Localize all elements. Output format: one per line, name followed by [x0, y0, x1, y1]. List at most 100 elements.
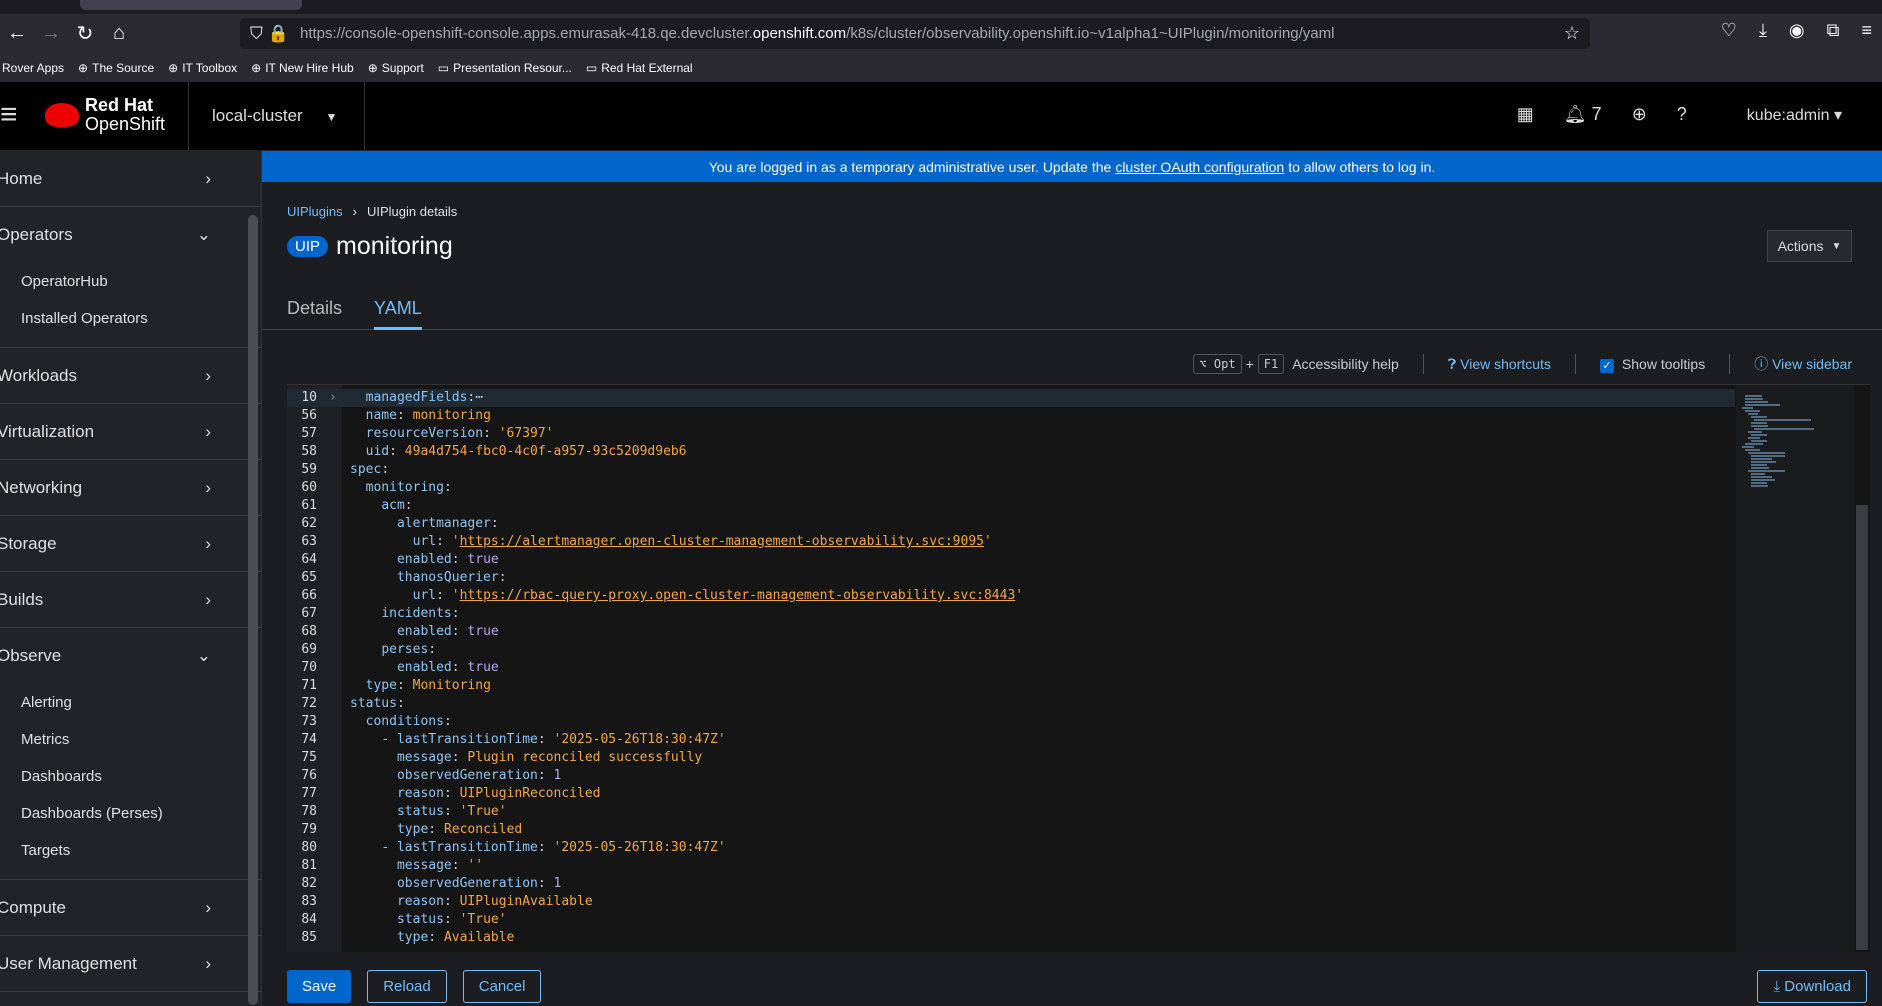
- view-shortcuts-button[interactable]: ❓︎ View shortcuts: [1448, 356, 1551, 373]
- yaml-link[interactable]: https://rbac-query-proxy.open-cluster-ma…: [460, 588, 1016, 603]
- yaml-line[interactable]: 68 enabled: true: [287, 623, 1735, 641]
- nav-user-management[interactable]: User Management ›: [0, 936, 261, 992]
- yaml-line[interactable]: 56 name: monitoring: [287, 407, 1735, 425]
- fold-chevron-icon[interactable]: ›: [329, 389, 337, 407]
- show-tooltips-checkbox[interactable]: ✓ Show tooltips: [1599, 356, 1705, 373]
- yaml-line[interactable]: 75 message: Plugin reconciled successful…: [287, 749, 1735, 767]
- nav-storage[interactable]: Storage ›: [0, 516, 261, 572]
- yaml-line[interactable]: 67 incidents:: [287, 605, 1735, 623]
- notifications-button[interactable]: 🔔︎ 7: [1564, 104, 1602, 125]
- yaml-line[interactable]: 58 uid: 49a4d754-fbc0-4c0f-a957-93c5209d…: [287, 443, 1735, 461]
- help-icon[interactable]: ?: [1677, 104, 1687, 125]
- nav-networking[interactable]: Networking ›: [0, 460, 261, 516]
- yaml-line[interactable]: 78 status: 'True': [287, 803, 1735, 821]
- yaml-line[interactable]: 76 observedGeneration: 1: [287, 767, 1735, 785]
- breadcrumb-uiplugins-link[interactable]: UIPlugins: [287, 204, 343, 219]
- yaml-link[interactable]: https://alertmanager.open-cluster-manage…: [460, 534, 984, 549]
- bookmark-folder[interactable]: ▭ Presentation Resour...: [438, 61, 572, 75]
- yaml-line[interactable]: 60 monitoring:: [287, 479, 1735, 497]
- nav-operatorhub[interactable]: OperatorHub: [0, 263, 261, 300]
- minimap-line: [1745, 401, 1769, 403]
- nav-workloads[interactable]: Workloads ›: [0, 348, 261, 404]
- browser-tab[interactable]: [80, 0, 302, 10]
- nav-label: Observe: [0, 646, 62, 665]
- oauth-config-link[interactable]: cluster OAuth configuration: [1115, 159, 1284, 175]
- yaml-line[interactable]: 72 status:: [287, 695, 1735, 713]
- bookmark-folder[interactable]: ▭ Red Hat External: [586, 61, 693, 75]
- view-sidebar-button[interactable]: ⓘ View sidebar: [1754, 354, 1852, 374]
- yaml-line[interactable]: 80 - lastTransitionTime: '2025-05-26T18:…: [287, 839, 1735, 857]
- reload-button[interactable]: Reload: [367, 970, 447, 1003]
- bookmark[interactable]: ⊕ IT New Hire Hub: [251, 61, 354, 75]
- editor-scrollbar[interactable]: [1856, 505, 1868, 950]
- yaml-line[interactable]: 10 › managedFields:⋯: [287, 389, 1735, 407]
- reload-icon[interactable]: ↻: [68, 21, 102, 46]
- yaml-line[interactable]: 61 acm:: [287, 497, 1735, 515]
- yaml-line[interactable]: 59 spec:: [287, 461, 1735, 479]
- cluster-selector[interactable]: local-cluster ▼: [212, 106, 337, 126]
- yaml-line[interactable]: 79 type: Reconciled: [287, 821, 1735, 839]
- sidebar-scrollbar[interactable]: [248, 215, 258, 1005]
- home-icon[interactable]: ⌂: [102, 22, 136, 45]
- bookmark-star-icon[interactable]: ☆: [1564, 23, 1580, 44]
- yaml-line[interactable]: 74 - lastTransitionTime: '2025-05-26T18:…: [287, 731, 1735, 749]
- address-bar[interactable]: ⛉ 🔒 https://console-openshift-console.ap…: [240, 18, 1590, 49]
- account-icon[interactable]: ◉: [1789, 20, 1805, 41]
- nav-operators[interactable]: Operators ⌄: [0, 207, 261, 263]
- back-icon[interactable]: ←: [0, 22, 34, 45]
- folded-ellipsis-icon[interactable]: ⋯: [475, 390, 483, 405]
- nav-home[interactable]: Home ›: [0, 151, 261, 207]
- tab-details[interactable]: Details: [287, 292, 342, 330]
- yaml-line[interactable]: 64 enabled: true: [287, 551, 1735, 569]
- bookmark[interactable]: ⊕ IT Toolbox: [168, 61, 237, 75]
- forward-icon[interactable]: →: [34, 22, 68, 45]
- bookmark[interactable]: Rover Apps: [2, 61, 64, 75]
- yaml-line[interactable]: 82 observedGeneration: 1: [287, 875, 1735, 893]
- nav-observe[interactable]: Observe ⌄: [0, 628, 261, 684]
- nav-builds[interactable]: Builds ›: [0, 572, 261, 628]
- yaml-line[interactable]: 73 conditions:: [287, 713, 1735, 731]
- nav-dashboards[interactable]: Dashboards: [0, 758, 261, 795]
- nav-targets[interactable]: Targets: [0, 832, 261, 869]
- yaml-key: uid: [365, 444, 390, 459]
- nav-dashboards-perses[interactable]: Dashboards (Perses): [0, 795, 261, 832]
- bookmark[interactable]: ⊕ Support: [368, 61, 424, 75]
- download-icon[interactable]: ⤓: [1759, 20, 1767, 41]
- cancel-button[interactable]: Cancel: [462, 970, 542, 1003]
- user-menu[interactable]: kube:admin ▾: [1747, 105, 1842, 125]
- yaml-line[interactable]: 83 reason: UIPluginAvailable: [287, 893, 1735, 911]
- nav-virtualization[interactable]: Virtualization ›: [0, 404, 261, 460]
- download-button[interactable]: ⤓ Download: [1757, 970, 1867, 1003]
- plus-circle-icon[interactable]: ⊕: [1632, 104, 1647, 125]
- tab-yaml[interactable]: YAML: [374, 292, 422, 330]
- nav-alerting[interactable]: Alerting: [0, 684, 261, 721]
- yaml-line[interactable]: 81 message: '': [287, 857, 1735, 875]
- actions-dropdown[interactable]: Actions ▼: [1767, 230, 1852, 262]
- hamburger-menu-icon[interactable]: ≡: [0, 100, 18, 130]
- yaml-line[interactable]: 77 reason: UIPluginReconciled: [287, 785, 1735, 803]
- bookmark[interactable]: ⊕ The Source: [78, 61, 154, 75]
- menu-icon[interactable]: ≡: [1861, 20, 1872, 41]
- yaml-line[interactable]: 70 enabled: true: [287, 659, 1735, 677]
- app-launcher-icon[interactable]: ▦: [1517, 104, 1534, 125]
- nav-metrics[interactable]: Metrics: [0, 721, 261, 758]
- yaml-line[interactable]: 57 resourceVersion: '67397': [287, 425, 1735, 443]
- extensions-icon[interactable]: ⧉: [1827, 20, 1840, 41]
- editor-minimap[interactable]: [1736, 385, 1854, 952]
- yaml-line[interactable]: 65 thanosQuerier:: [287, 569, 1735, 587]
- nav-label: Operators: [0, 225, 73, 244]
- yaml-line[interactable]: 85 type: Available: [287, 929, 1735, 947]
- yaml-line[interactable]: 71 type: Monitoring: [287, 677, 1735, 695]
- yaml-editor[interactable]: 10 › managedFields:⋯ 56 name: monitoring 57…: [287, 384, 1870, 952]
- yaml-line[interactable]: 62 alertmanager:: [287, 515, 1735, 533]
- nav-installed-operators[interactable]: Installed Operators: [0, 300, 261, 337]
- yaml-line[interactable]: 63 url: 'https://alertmanager.open-clust…: [287, 533, 1735, 551]
- yaml-line[interactable]: 84 status: 'True': [287, 911, 1735, 929]
- yaml-line[interactable]: 66 url: 'https://rbac-query-proxy.open-c…: [287, 587, 1735, 605]
- yaml-line[interactable]: 69 perses:: [287, 641, 1735, 659]
- nav-compute[interactable]: Compute ›: [0, 880, 261, 936]
- openshift-logo[interactable]: Red Hat OpenShift: [45, 96, 165, 134]
- pocket-icon[interactable]: ♡: [1721, 20, 1737, 41]
- save-button[interactable]: Save: [287, 970, 352, 1003]
- yaml-value: monitoring: [412, 408, 491, 423]
